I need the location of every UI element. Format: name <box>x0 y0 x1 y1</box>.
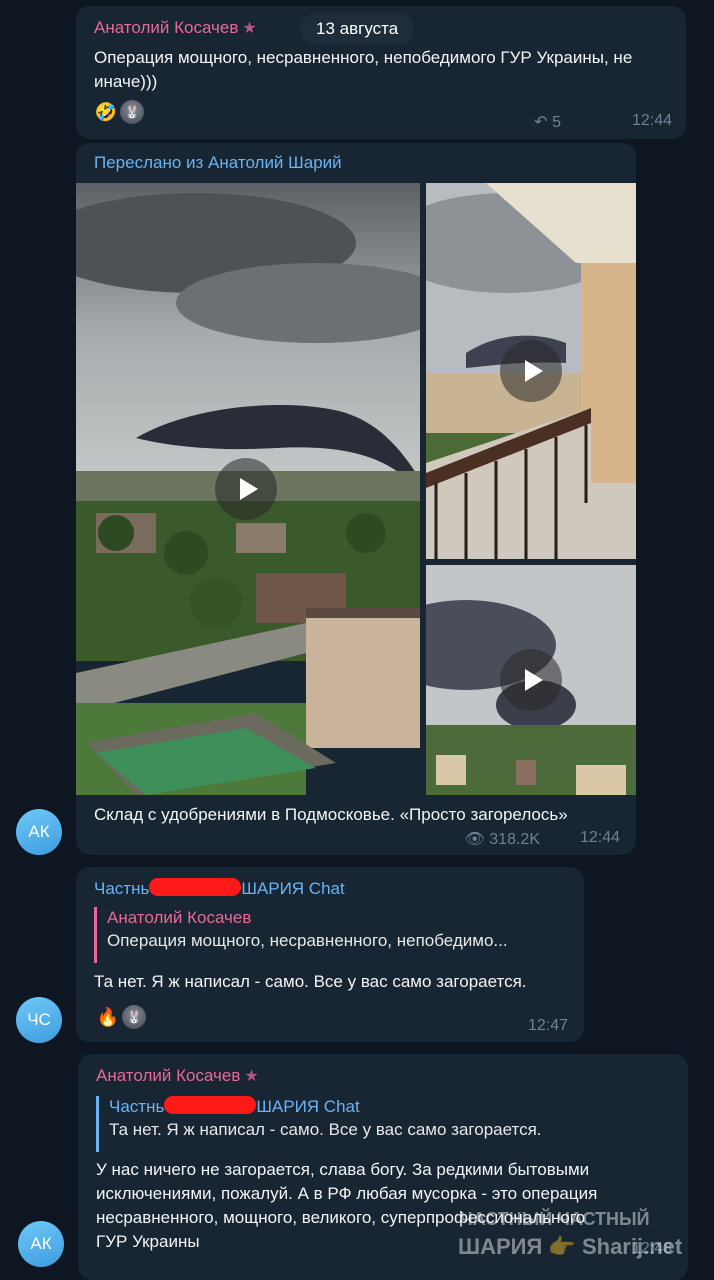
sender-name[interactable]: Частнь ШАРИЯ Chat <box>94 878 345 899</box>
replies-count[interactable]: ↶ 5 <box>534 112 561 132</box>
play-button-icon[interactable] <box>215 458 277 520</box>
forwarded-from-label[interactable]: Переслано из Анатолий Шарий <box>94 153 342 173</box>
message-time: 12:44 <box>631 112 672 129</box>
sender-avatar[interactable]: АК <box>16 809 62 855</box>
reply-quote[interactable]: Анатолий Косачев Операция мощного, несра… <box>94 907 564 963</box>
watermark-text-2: ШАРИЯ 👉 Sharij.net <box>458 1234 683 1259</box>
premium-star-icon: ★ <box>244 1068 259 1085</box>
media-caption: Склад с удобрениями в Подмосковье. «Прос… <box>94 805 568 824</box>
message-text: Операция мощного, несравненного, непобед… <box>94 48 633 91</box>
play-button-icon[interactable] <box>500 340 562 402</box>
eye-icon: 👁 <box>464 831 485 848</box>
date-separator: 13 августа <box>300 13 415 45</box>
quote-text: Та нет. Я ж написал - само. Все у вас са… <box>109 1120 542 1139</box>
reply-arrow-icon: ↶ <box>534 114 548 131</box>
reactor-avatar: 🐰 <box>118 98 146 126</box>
premium-star-icon: ★ <box>242 20 257 37</box>
message-text: Та нет. Я ж написал - само. Все у вас са… <box>94 972 527 991</box>
reactor-avatar: 🐰 <box>120 1003 148 1031</box>
reply-quote[interactable]: Частнь ШАРИЯ Chat Та нет. Я ж написал - с… <box>96 1096 666 1152</box>
video-thumbnail-3[interactable] <box>426 565 636 795</box>
redaction-mark <box>164 1096 257 1114</box>
sender-name[interactable]: Анатолий Косачев <box>94 18 238 37</box>
sender-avatar[interactable]: ЧС <box>16 997 62 1043</box>
sender-name[interactable]: Анатолий Косачев <box>96 1066 240 1085</box>
view-count: 👁 318.2K <box>464 831 540 848</box>
quote-sender: Анатолий Косачев <box>107 908 252 927</box>
pointing-hand-icon: 👉 <box>548 1234 576 1259</box>
video-thumbnail-2[interactable] <box>426 183 636 559</box>
sender-avatar[interactable]: АК <box>18 1221 64 1267</box>
reactions-row[interactable]: 🔥 🐰 <box>94 1003 148 1031</box>
message-time: 12:47 <box>527 1017 568 1034</box>
video-thumbnail-1[interactable] <box>76 183 420 795</box>
watermark-text-1: ЧАСТНЫЙ ЧАСТНЫЙ <box>460 1209 650 1229</box>
fire-reaction-icon[interactable]: 🔥 <box>94 1003 122 1031</box>
reactions-row[interactable]: 🤣 🐰 <box>92 98 146 126</box>
message-time: 12:44 <box>579 829 620 846</box>
message-bubble-3[interactable]: Частнь ШАРИЯ Chat Анатолий Косачев Операц… <box>76 867 584 1042</box>
quote-text: Операция мощного, несравненного, непобед… <box>107 931 508 950</box>
play-button-icon[interactable] <box>500 649 562 711</box>
message-bubble-2[interactable]: Переслано из Анатолий Шарий Склад с удоб… <box>76 143 636 855</box>
redaction-mark <box>149 878 242 896</box>
rofl-reaction-icon[interactable]: 🤣 <box>92 98 120 126</box>
quote-sender: Частнь ШАРИЯ Chat <box>109 1096 360 1116</box>
